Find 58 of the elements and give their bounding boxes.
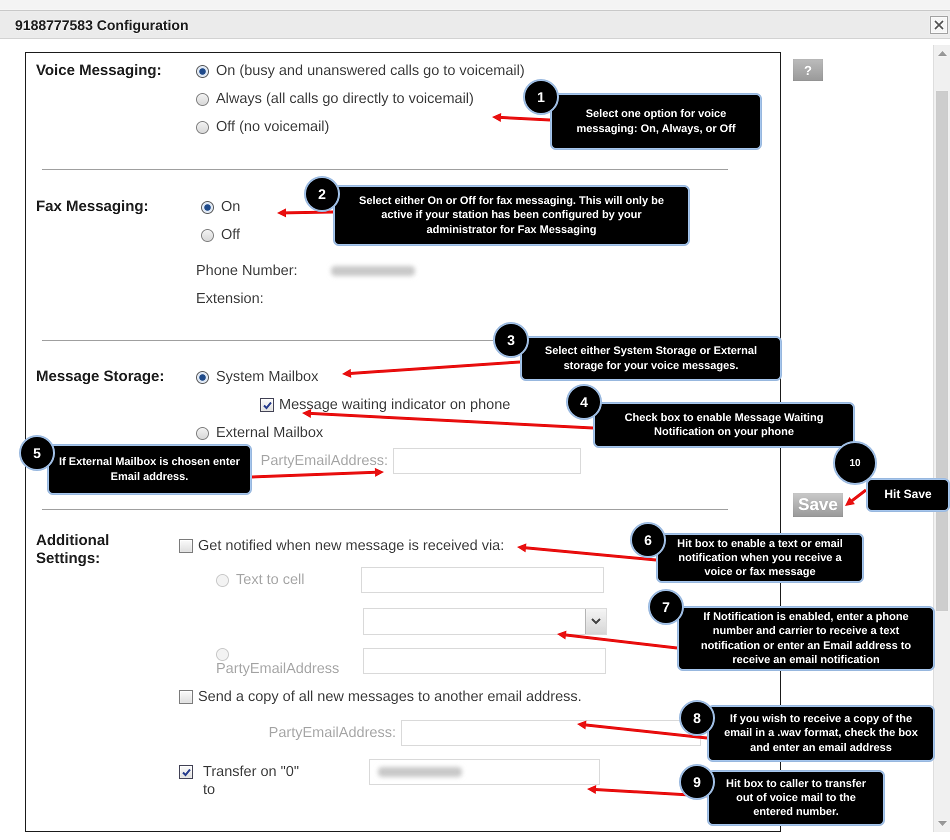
field-label: Phone Number: <box>196 263 299 279</box>
option-label: System Mailbox <box>216 369 318 385</box>
section-label: Additional Settings: <box>36 532 110 569</box>
close-icon <box>934 20 944 30</box>
checkbox[interactable] <box>179 539 193 553</box>
option-label: PartyEmailAddress <box>216 661 340 677</box>
section-label: Voice Messaging: <box>36 61 163 81</box>
radio-button[interactable] <box>196 426 209 440</box>
checkbox-label: Send a copy of all new messages to another email address. <box>198 689 582 705</box>
field-label: PartyEmailAddress: <box>260 453 388 469</box>
scroll-down-icon[interactable] <box>938 821 946 827</box>
callout-text: Select either On or Off for fax messaging. This will only be active if your station has been configured by your administrator for Fax Messaging <box>333 185 690 246</box>
scrollbar[interactable] <box>933 45 950 832</box>
checkbox[interactable] <box>179 765 193 779</box>
arrow <box>277 208 334 218</box>
section-label: Message Storage: <box>36 367 166 387</box>
callout-text: If Notification is enabled, enter a phone number and carrier to receive a text notification or enter an Email address to receive an email notification <box>677 606 935 671</box>
option-label: Always (all calls go directly to voicemail) <box>216 91 474 107</box>
checkbox-label: Get notified when new message is received via: <box>198 538 504 554</box>
radio-button[interactable] <box>196 370 209 384</box>
close-button[interactable] <box>930 16 948 34</box>
scroll-up-icon[interactable] <box>938 50 946 56</box>
option-label: On (busy and unanswered calls go to voicemail) <box>216 63 525 79</box>
radio-button[interactable] <box>196 92 209 106</box>
radio-button[interactable] <box>201 200 214 214</box>
checkbox[interactable] <box>179 690 193 704</box>
save-button[interactable]: Save <box>793 493 843 517</box>
checkbox-label: Message waiting indicator on phone <box>279 397 510 413</box>
callout-text: Hit box to caller to transfer out of voice mail to the entered number. <box>707 770 885 826</box>
section-label: Fax Messaging: <box>36 197 150 217</box>
email-field[interactable] <box>393 448 581 474</box>
window-title: 9188777583 Configuration <box>15 16 189 32</box>
option-label: Off <box>221 227 240 243</box>
field-label: Extension: <box>196 290 264 306</box>
callout-text: Hit Save <box>866 478 950 512</box>
arrow <box>845 488 867 506</box>
phone-field[interactable] <box>361 567 604 593</box>
checkbox[interactable] <box>260 398 274 412</box>
callout-text: Select either System Storage or External storage for your voice messages. <box>520 336 782 381</box>
callout-text: Check box to enable Message Waiting Notification on your phone <box>593 402 855 448</box>
option-label: On <box>221 199 240 215</box>
arrow <box>492 112 550 122</box>
callout-text: Hit box to enable a text or email notification when you receive a voice or fax message <box>656 533 864 583</box>
radio-button[interactable] <box>196 120 209 134</box>
callout-text: Select one option for voice messaging: On, Always, or Off <box>550 93 762 150</box>
option-label: Text to cell <box>236 572 306 588</box>
radio-button[interactable] <box>196 64 209 78</box>
radio-button[interactable] <box>201 228 214 242</box>
option-label: Off (no voicemail) <box>216 119 330 135</box>
checkbox-label: Transfer on "0" to <box>203 763 300 799</box>
transfer-number-field[interactable] <box>369 759 600 785</box>
help-button[interactable]: ? <box>793 59 823 81</box>
chevron-down-icon <box>591 618 601 624</box>
email-field[interactable] <box>363 648 606 674</box>
callout-text: If External Mailbox is chosen enter Email address. <box>47 444 252 495</box>
option-label: External Mailbox <box>216 425 324 441</box>
callout-text: If you wish to receive a copy of the email in a .wav format, check the box and enter an email address <box>707 705 935 762</box>
field-label: PartyEmailAddress: <box>268 725 396 741</box>
